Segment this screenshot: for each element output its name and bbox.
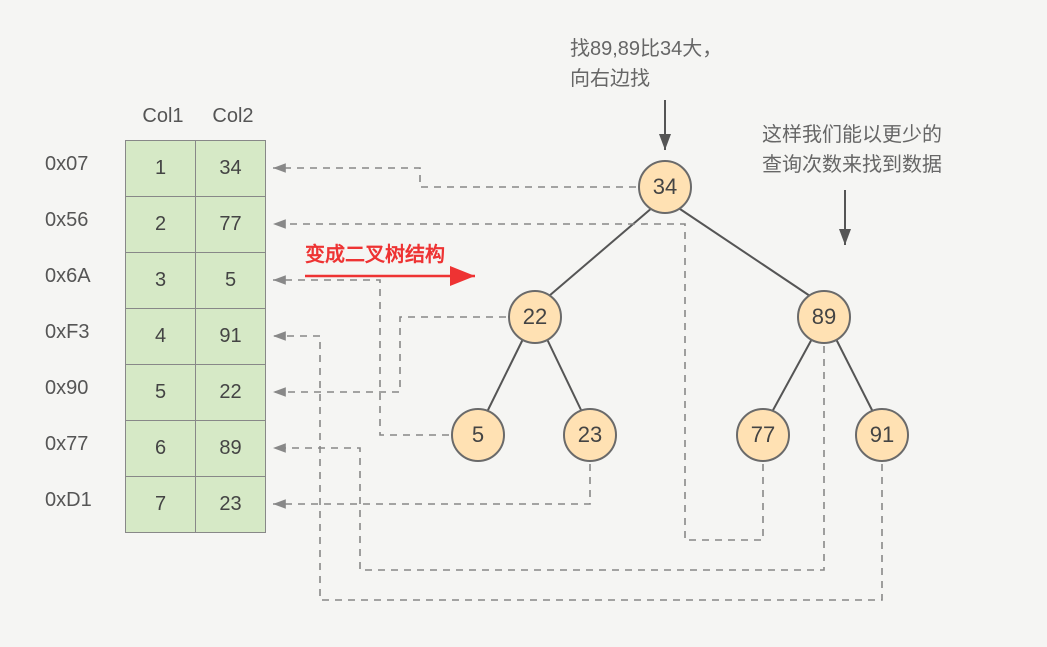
cell-col1: 5 [126, 365, 196, 421]
tree-node-lr: 23 [563, 408, 617, 462]
table-row: 7 23 [126, 477, 266, 533]
tree-node-rr: 91 [855, 408, 909, 462]
col1-header: Col1 [128, 105, 198, 128]
cell-col2: 91 [196, 309, 266, 365]
annotation-line: 向右边找 [570, 68, 650, 90]
annotation-line: 这样我们能以更少的 [762, 124, 942, 146]
row-address: 0x6A [45, 265, 91, 288]
annotation-compare: 找89,89比34大， 向右边找 [570, 34, 722, 94]
table-row: 6 89 [126, 421, 266, 477]
cell-col1: 6 [126, 421, 196, 477]
col2-header: Col2 [198, 105, 268, 128]
row-address: 0x07 [45, 153, 88, 176]
cell-col2: 89 [196, 421, 266, 477]
tree-node-rl: 77 [736, 408, 790, 462]
tree-node-root: 34 [638, 160, 692, 214]
row-address: 0x56 [45, 209, 88, 232]
annotation-line: 查询次数来找到数据 [762, 154, 942, 176]
cell-col1: 1 [126, 141, 196, 197]
cell-col2: 5 [196, 253, 266, 309]
cell-col2: 34 [196, 141, 266, 197]
data-table: 1 34 2 77 3 5 4 91 5 22 6 89 7 23 [125, 140, 266, 533]
tree-node-r: 89 [797, 290, 851, 344]
annotation-benefit: 这样我们能以更少的 查询次数来找到数据 [762, 120, 942, 180]
annotation-line: 找89,89比34大， [570, 38, 722, 60]
cell-col2: 23 [196, 477, 266, 533]
table-row: 4 91 [126, 309, 266, 365]
table-row: 5 22 [126, 365, 266, 421]
row-address: 0x90 [45, 377, 88, 400]
red-label-binary-tree: 变成二叉树结构 [305, 238, 445, 267]
cell-col2: 77 [196, 197, 266, 253]
table-column-headers: Col1 Col2 [128, 105, 268, 128]
cell-col1: 2 [126, 197, 196, 253]
cell-col1: 4 [126, 309, 196, 365]
row-address: 0xD1 [45, 489, 92, 512]
tree-node-l: 22 [508, 290, 562, 344]
cell-col1: 7 [126, 477, 196, 533]
cell-col1: 3 [126, 253, 196, 309]
cell-col2: 22 [196, 365, 266, 421]
table-row: 3 5 [126, 253, 266, 309]
table-row: 2 77 [126, 197, 266, 253]
table-row: 1 34 [126, 141, 266, 197]
tree-node-ll: 5 [451, 408, 505, 462]
row-address: 0xF3 [45, 321, 89, 344]
row-address: 0x77 [45, 433, 88, 456]
